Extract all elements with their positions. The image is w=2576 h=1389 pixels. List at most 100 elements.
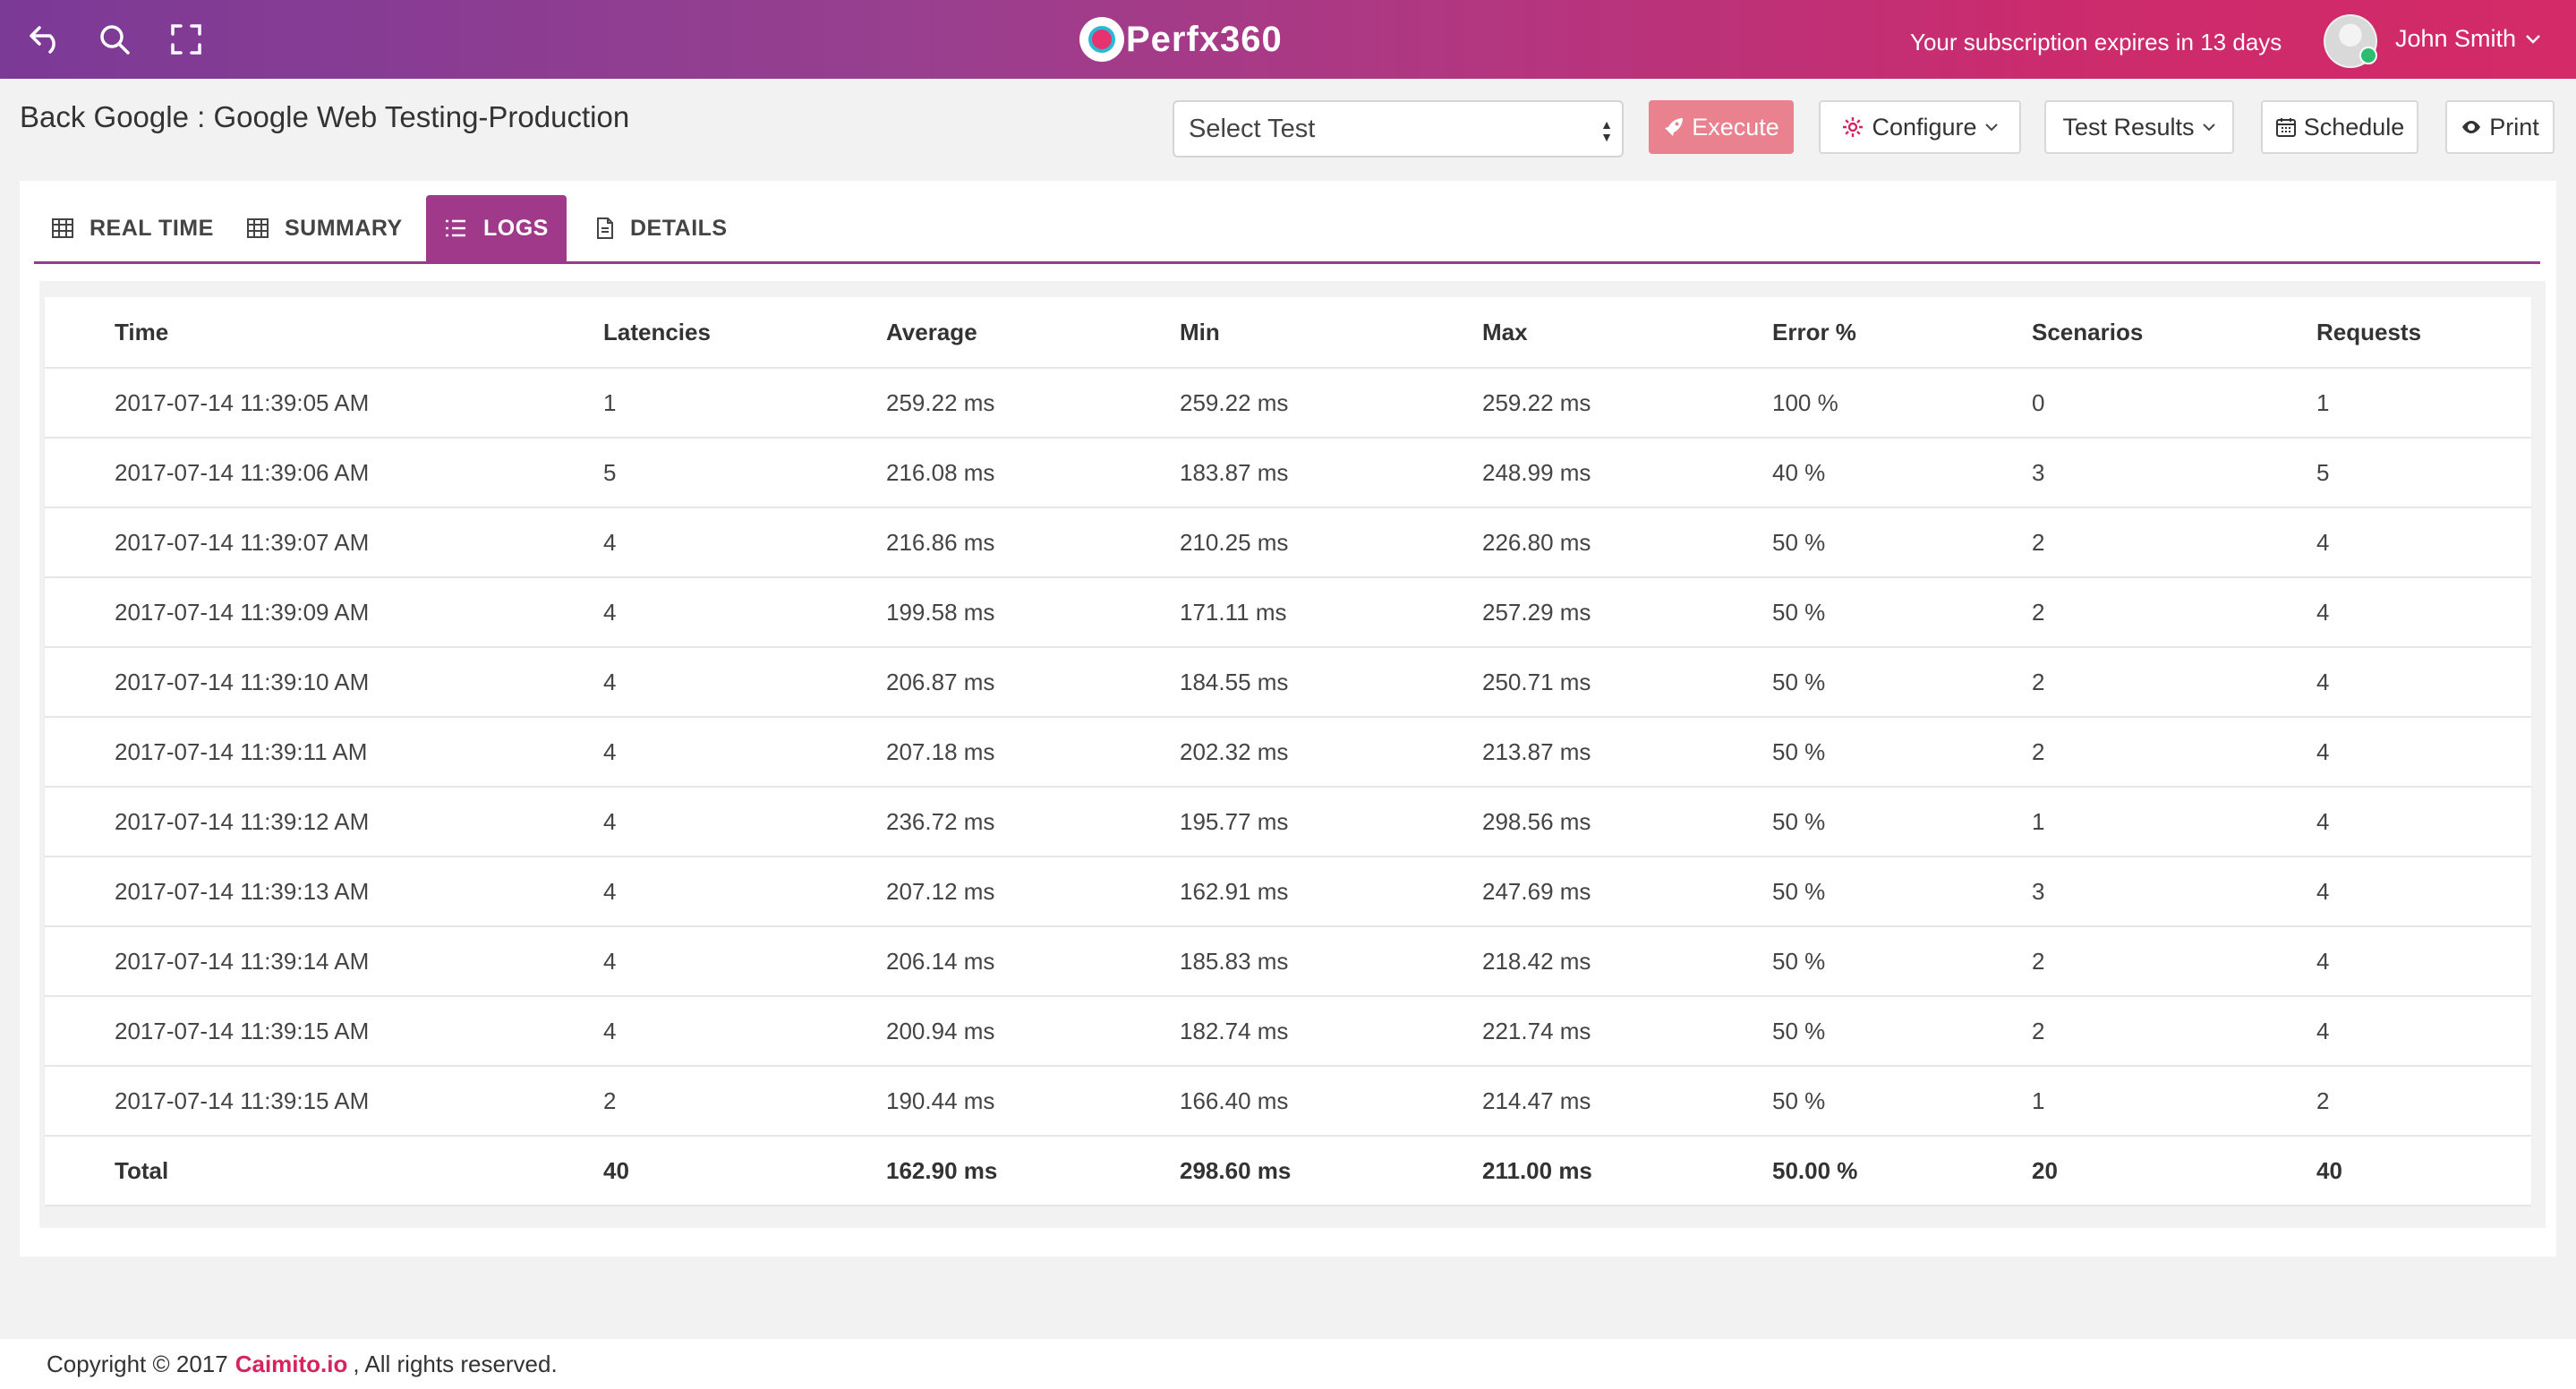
column-header[interactable]: Time	[45, 297, 603, 369]
table-cell: 2	[2032, 926, 2316, 997]
table-cell: 1	[2316, 368, 2531, 439]
table-cell: 5	[603, 438, 886, 508]
table-cell: 2017-07-14 11:39:05 AM	[45, 368, 603, 439]
caimito-link[interactable]: Caimito.io	[235, 1351, 348, 1378]
tab-logs[interactable]: LOGS	[426, 195, 567, 261]
configure-label: Configure	[1872, 113, 1977, 141]
subscription-notice: Your subscription expires in 13 days	[1910, 29, 2282, 55]
print-button[interactable]: Print	[2445, 100, 2555, 154]
table-cell: 50 %	[1772, 647, 2032, 718]
table-cell: 20	[2032, 1156, 2058, 1184]
table-cell: 2017-07-14 11:39:14 AM	[45, 926, 603, 997]
table-total-row: Total 40 162.90 ms 298.60 ms 211.00 ms 50.00 …	[45, 1136, 2531, 1205]
table-row: 2017-07-14 11:39:09 AM 4 199.58 ms 171.11 m…	[45, 577, 2531, 648]
column-header[interactable]: Min	[1180, 297, 1482, 369]
column-header[interactable]: Average	[886, 297, 1180, 369]
eye-icon	[2462, 121, 2481, 133]
execute-button[interactable]: Execute	[1649, 100, 1794, 154]
table-row: 2017-07-14 11:39:10 AM 4 206.87 ms 184.55 m…	[45, 647, 2531, 718]
table-cell: 162.90 ms	[886, 1156, 998, 1184]
chevron-down-icon	[2202, 124, 2215, 132]
table-cell: 2017-07-14 11:39:07 AM	[45, 507, 603, 578]
search-icon[interactable]	[95, 20, 134, 59]
calendar-icon	[2275, 118, 2296, 137]
table-cell: 298.60 ms	[1180, 1156, 1292, 1184]
table-cell: 50 %	[1772, 1066, 2032, 1137]
column-header[interactable]: Max	[1482, 297, 1772, 369]
logs-table-container: Time Latencies Average Min Max Error % S…	[39, 281, 2546, 1228]
table-cell: 1	[603, 368, 886, 439]
logs-table-card: Time Latencies Average Min Max Error % S…	[45, 297, 2531, 1205]
table-cell: 1	[2032, 1066, 2316, 1137]
table-cell: 202.32 ms	[1180, 717, 1482, 788]
table-cell: 0	[2032, 368, 2316, 439]
table-cell: 100 %	[1772, 368, 2032, 439]
table-cell: 247.69 ms	[1482, 856, 1772, 927]
table-row: 2017-07-14 11:39:13 AM 4 207.12 ms 162.91 m…	[45, 856, 2531, 927]
tab-details[interactable]: DETAILS	[578, 195, 746, 261]
select-test-dropdown[interactable]: Select Test ▲ ▼	[1173, 100, 1624, 158]
tab-label: LOGS	[483, 215, 549, 241]
user-menu[interactable]: John Smith	[2395, 25, 2541, 53]
table-cell: 2017-07-14 11:39:12 AM	[45, 787, 603, 857]
table-cell: 257.29 ms	[1482, 577, 1772, 648]
table-cell: 3	[2032, 438, 2316, 508]
rocket-icon	[1665, 118, 1684, 136]
table-cell: 199.58 ms	[886, 577, 1180, 648]
test-results-button[interactable]: Test Results	[2044, 100, 2234, 154]
tab-real-time[interactable]: REAL TIME	[34, 195, 232, 261]
table-cell: 2017-07-14 11:39:09 AM	[45, 577, 603, 648]
schedule-label: Schedule	[2303, 113, 2405, 141]
table-cell: 2017-07-14 11:39:06 AM	[45, 438, 603, 508]
logs-table: Time Latencies Average Min Max Error % S…	[45, 297, 2531, 1205]
table-cell: 2017-07-14 11:39:15 AM	[45, 1066, 603, 1137]
table-cell: 184.55 ms	[1180, 647, 1482, 718]
table-cell: 259.22 ms	[1180, 368, 1482, 439]
table-cell: 4	[603, 787, 886, 857]
table-cell: 50 %	[1772, 856, 2032, 927]
table-cell: 195.77 ms	[1180, 787, 1482, 857]
rights-text: , All rights reserved.	[353, 1350, 558, 1377]
table-cell: 50 %	[1772, 926, 2032, 997]
configure-button[interactable]: Configure	[1819, 100, 2021, 154]
table-cell: 4	[2316, 926, 2531, 997]
table-cell: 2017-07-14 11:39:11 AM	[45, 717, 603, 788]
select-test-value: Select Test	[1189, 114, 1316, 143]
tab-summary[interactable]: SUMMARY	[229, 195, 421, 261]
table-cell: 4	[603, 717, 886, 788]
column-header[interactable]: Latencies	[603, 297, 886, 369]
chevron-down-icon	[1984, 124, 1998, 132]
table-cell: 162.91 ms	[1180, 856, 1482, 927]
table-cell: 226.80 ms	[1482, 507, 1772, 578]
table-cell: 182.74 ms	[1180, 996, 1482, 1067]
copyright-text: Copyright © 2017	[47, 1350, 228, 1377]
print-label: Print	[2489, 113, 2539, 141]
table-cell: 2	[2032, 647, 2316, 718]
table-row: 2017-07-14 11:39:15 AM 2 190.44 ms 166.40 m…	[45, 1066, 2531, 1137]
table-cell: Total	[115, 1156, 169, 1184]
tab-label: REAL TIME	[90, 215, 214, 241]
back-icon[interactable]	[27, 20, 66, 59]
tab-label: SUMMARY	[285, 215, 403, 241]
table-cell: 218.42 ms	[1482, 926, 1772, 997]
tab-label: DETAILS	[630, 215, 728, 241]
avatar[interactable]	[2324, 14, 2377, 68]
table-cell: 2	[603, 1066, 886, 1137]
column-header[interactable]: Error %	[1772, 297, 2032, 369]
table-icon	[52, 218, 73, 238]
document-icon	[597, 217, 613, 239]
logo-text: Perfx360	[1126, 19, 1283, 59]
table-cell: 2	[2316, 1066, 2531, 1137]
table-cell: 4	[2316, 577, 2531, 648]
chevron-down-icon	[2526, 34, 2540, 44]
table-cell: 259.22 ms	[1482, 368, 1772, 439]
schedule-button[interactable]: Schedule	[2261, 100, 2418, 154]
app-logo[interactable]: Perfx360	[1079, 13, 1283, 66]
fullscreen-icon[interactable]	[166, 20, 206, 59]
table-cell: 4	[603, 926, 886, 997]
gear-icon	[1843, 117, 1864, 137]
top-navbar: Perfx360 Your subscription expires in 13…	[0, 0, 2576, 79]
column-header[interactable]: Scenarios	[2032, 297, 2316, 369]
column-header[interactable]: Requests	[2316, 297, 2531, 369]
table-cell: 4	[2316, 717, 2531, 788]
